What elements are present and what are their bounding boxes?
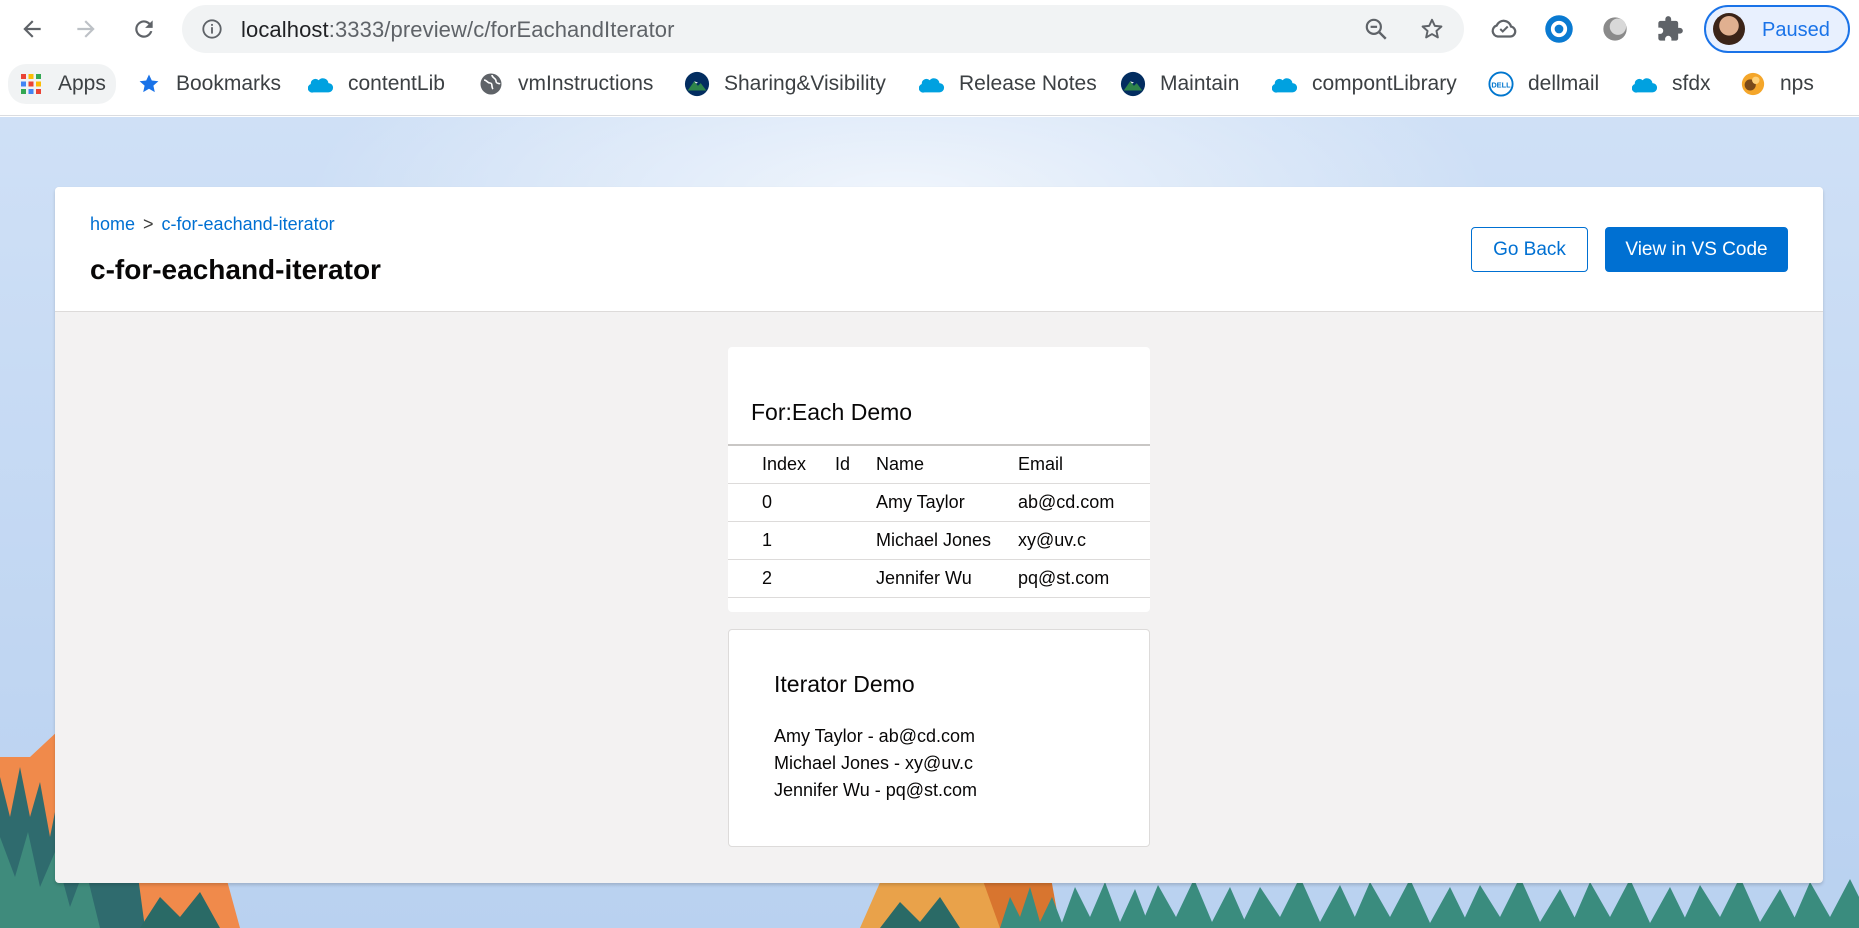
list-item: Amy Taylor - ab@cd.com bbox=[774, 726, 975, 746]
go-back-button[interactable]: Go Back bbox=[1471, 227, 1588, 272]
component-preview-card: home > c-for-eachand-iterator c-for-eachan… bbox=[55, 187, 1823, 883]
info-icon[interactable] bbox=[200, 17, 224, 41]
bookmark-label: Sharing&Visibility bbox=[724, 72, 886, 95]
breadcrumb-separator: > bbox=[143, 214, 154, 234]
iterator-demo-title: Iterator Demo bbox=[774, 671, 915, 697]
iterator-list: Amy Taylor - ab@cd.com Michael Jones - x… bbox=[774, 723, 977, 804]
globe-icon bbox=[478, 71, 504, 97]
cell-id bbox=[835, 558, 876, 598]
cell-index: 1 bbox=[728, 520, 835, 559]
star-icon[interactable] bbox=[1418, 15, 1446, 43]
bookmark-release-notes[interactable]: Release Notes bbox=[919, 64, 1097, 104]
avatar bbox=[1713, 13, 1745, 45]
bookmark-apps[interactable]: Apps bbox=[8, 64, 116, 104]
breadcrumb: home > c-for-eachand-iterator bbox=[90, 214, 335, 235]
cell-name: Jennifer Wu bbox=[876, 558, 1018, 598]
page-title: c-for-eachand-iterator bbox=[90, 254, 381, 285]
bookmark-label: nps bbox=[1780, 72, 1814, 95]
profile-button[interactable]: Paused bbox=[1704, 5, 1850, 53]
bookmark-label: Bookmarks bbox=[176, 72, 282, 95]
reload-icon[interactable] bbox=[124, 9, 164, 49]
apps-grid-icon bbox=[18, 71, 44, 97]
breadcrumb-home-link[interactable]: home bbox=[90, 214, 135, 234]
view-in-vscode-button[interactable]: View in VS Code bbox=[1605, 227, 1788, 272]
bookmark-sfdx[interactable]: sfdx bbox=[1632, 64, 1711, 104]
table-row: 2 Jennifer Wu pq@st.com bbox=[728, 558, 1150, 598]
url-path: :3333/preview/c/forEachandIterator bbox=[328, 17, 675, 42]
bookmark-label: Maintain bbox=[1160, 72, 1240, 95]
profile-status: Paused bbox=[1762, 19, 1830, 41]
bookmark-nps[interactable]: nps bbox=[1740, 64, 1814, 104]
url-host: localhost bbox=[241, 17, 329, 42]
moon-ext-icon[interactable] bbox=[1598, 12, 1632, 46]
trailhead-mountain-icon bbox=[1120, 71, 1146, 97]
bookmark-label: Apps bbox=[58, 72, 106, 95]
bookmark-label: contentLib bbox=[348, 72, 445, 95]
bookmark-contentlib[interactable]: contentLib bbox=[308, 64, 445, 104]
table-row: 0 Amy Taylor ab@cd.com bbox=[728, 482, 1150, 521]
breadcrumb-current-link[interactable]: c-for-eachand-iterator bbox=[162, 214, 335, 234]
foreach-demo-card: For:Each Demo Index Id Name Email 0 Amy … bbox=[728, 347, 1150, 612]
bookmark-vminstructions[interactable]: vmInstructions bbox=[478, 64, 653, 104]
column-header-name: Name bbox=[876, 444, 1018, 483]
cell-id bbox=[835, 520, 876, 559]
salesforce-cloud-icon bbox=[1272, 71, 1298, 97]
bookmark-dellmail[interactable]: DELL dellmail bbox=[1488, 64, 1599, 104]
nps-icon bbox=[1740, 71, 1766, 97]
column-header-index: Index bbox=[728, 444, 835, 483]
bookmark-sharing-visibility[interactable]: Sharing&Visibility bbox=[684, 64, 886, 104]
circle-ext-icon[interactable] bbox=[1542, 12, 1576, 46]
cell-name: Michael Jones bbox=[876, 520, 1018, 559]
table-header-row: Index Id Name Email bbox=[728, 444, 1150, 483]
column-header-email: Email bbox=[1018, 444, 1150, 483]
bookmark-bookmarks[interactable]: Bookmarks bbox=[136, 64, 281, 104]
cell-id bbox=[835, 482, 876, 521]
back-icon[interactable] bbox=[12, 9, 52, 49]
url-text: localhost:3333/preview/c/forEachandItera… bbox=[241, 17, 675, 43]
forward-icon[interactable] bbox=[66, 9, 106, 49]
list-item: Michael Jones - xy@uv.c bbox=[774, 753, 974, 773]
card-header: home > c-for-eachand-iterator c-for-eachan… bbox=[55, 187, 1823, 312]
foreach-table: Index Id Name Email 0 Amy Taylor ab@cd.c… bbox=[728, 444, 1150, 598]
table-row: 1 Michael Jones xy@uv.c bbox=[728, 520, 1150, 559]
list-item: Jennifer Wu - pq@st.com bbox=[774, 780, 978, 800]
star-icon bbox=[136, 71, 162, 97]
cell-index: 0 bbox=[728, 482, 835, 521]
browser-toolbar: localhost:3333/preview/c/forEachandItera… bbox=[0, 0, 1859, 58]
cell-name: Amy Taylor bbox=[876, 482, 1018, 521]
cell-email: pq@st.com bbox=[1018, 558, 1150, 598]
cell-email: xy@uv.c bbox=[1018, 520, 1150, 559]
preview-page: home > c-for-eachand-iterator c-for-eachan… bbox=[0, 117, 1859, 928]
bookmark-compontlibrary[interactable]: compontLibrary bbox=[1272, 64, 1457, 104]
trailhead-mountain-icon bbox=[684, 71, 710, 97]
salesforce-cloud-icon bbox=[1632, 71, 1658, 97]
address-bar[interactable]: localhost:3333/preview/c/forEachandItera… bbox=[182, 5, 1464, 53]
bookmark-maintain[interactable]: Maintain bbox=[1120, 64, 1239, 104]
cell-index: 2 bbox=[728, 558, 835, 598]
salesforce-cloud-icon bbox=[919, 71, 945, 97]
bookmarks-bar: Apps Bookmarks contentLib vmInstructions… bbox=[0, 58, 1859, 116]
zoom-out-icon[interactable] bbox=[1362, 15, 1390, 43]
column-header-id: Id bbox=[835, 444, 876, 483]
foreach-demo-title: For:Each Demo bbox=[751, 399, 913, 425]
puzzle-icon[interactable] bbox=[1653, 12, 1687, 46]
bookmark-label: sfdx bbox=[1672, 72, 1711, 95]
iterator-demo-card: Iterator Demo Amy Taylor - ab@cd.com Mic… bbox=[728, 629, 1150, 847]
cell-email: ab@cd.com bbox=[1018, 482, 1150, 521]
dell-icon: DELL bbox=[1488, 71, 1514, 97]
cloud-icon[interactable] bbox=[1487, 12, 1521, 46]
svg-text:DELL: DELL bbox=[1491, 80, 1511, 89]
bookmark-label: compontLibrary bbox=[1312, 72, 1457, 95]
bookmark-label: dellmail bbox=[1528, 72, 1600, 95]
bookmark-label: Release Notes bbox=[959, 72, 1097, 95]
salesforce-cloud-icon bbox=[308, 71, 334, 97]
bookmark-label: vmInstructions bbox=[518, 72, 654, 95]
